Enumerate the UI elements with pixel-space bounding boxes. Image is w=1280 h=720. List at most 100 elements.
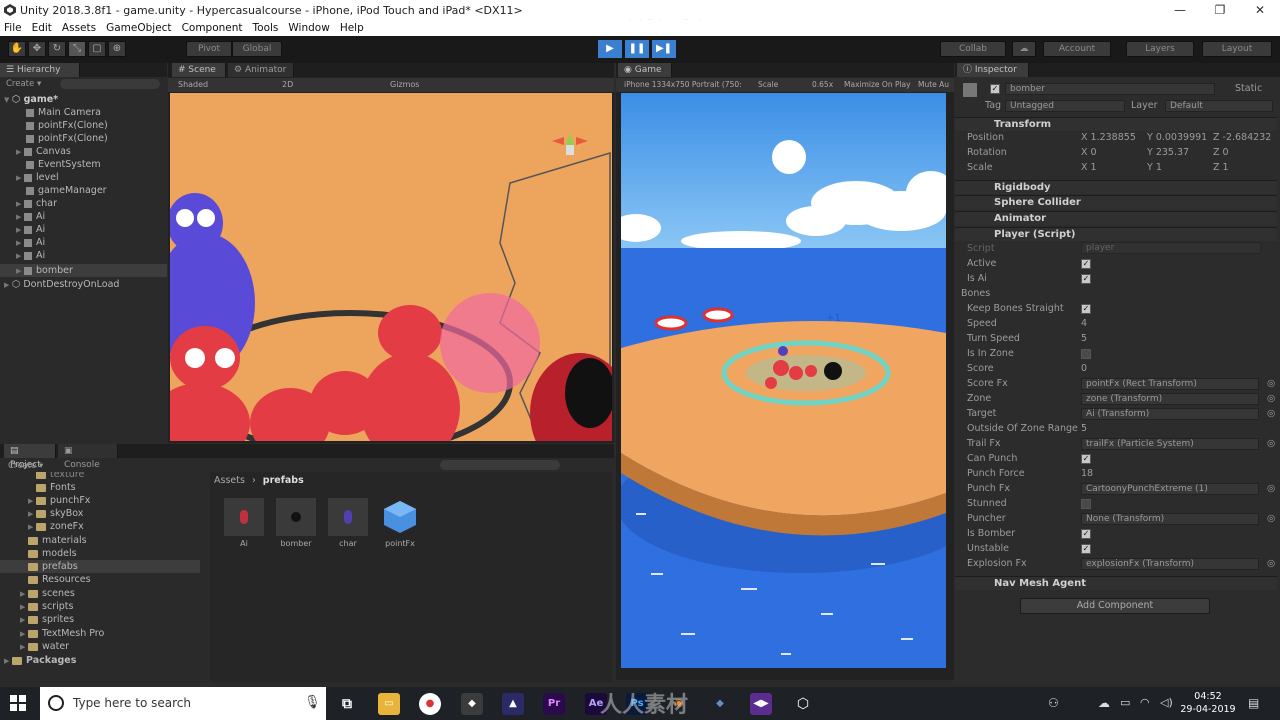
- rigidbody-header[interactable]: Rigidbody: [955, 180, 1277, 194]
- pivot-toggle[interactable]: Pivot: [186, 41, 232, 57]
- maximize-button[interactable]: ❐: [1200, 0, 1240, 20]
- folder-item[interactable]: Fonts: [36, 481, 76, 494]
- app-icon[interactable]: ◆: [709, 693, 731, 715]
- task-view-icon[interactable]: ⧉: [336, 693, 358, 715]
- field-object-reference[interactable]: None (Transform): [1081, 513, 1259, 525]
- field-number[interactable]: 0: [1081, 363, 1087, 374]
- mute-audio-toggle[interactable]: Mute Au: [918, 80, 949, 89]
- tab-inspector[interactable]: ⓘ Inspector: [957, 63, 1029, 77]
- hierarchy-item[interactable]: ▶ Ai: [16, 223, 45, 236]
- hierarchy-item[interactable]: ▶ Ai: [16, 236, 45, 249]
- transform-tool-icon[interactable]: ⊕: [108, 41, 126, 57]
- menu-tools[interactable]: Tools: [253, 22, 279, 34]
- unity-icon[interactable]: ◆: [461, 693, 483, 715]
- hierarchy-item[interactable]: Main Camera: [26, 106, 101, 119]
- player-script-header[interactable]: Player (Script): [955, 227, 1277, 241]
- field-object-reference[interactable]: zone (Transform): [1081, 393, 1259, 405]
- minimize-button[interactable]: —: [1160, 0, 1200, 20]
- windows-start-icon[interactable]: [10, 695, 26, 711]
- menu-edit[interactable]: Edit: [32, 22, 52, 34]
- hierarchy-item[interactable]: ▶ Ai: [16, 210, 45, 223]
- visual-studio-icon[interactable]: ▲: [502, 693, 524, 715]
- menu-assets[interactable]: Assets: [62, 22, 96, 34]
- hierarchy-item[interactable]: pointFx(Clone): [26, 119, 108, 132]
- hierarchy-item[interactable]: ▶ Ai: [16, 249, 45, 262]
- menu-window[interactable]: Window: [288, 22, 329, 34]
- menu-component[interactable]: Component: [182, 22, 243, 34]
- menu-gameobject[interactable]: GameObject: [106, 22, 171, 34]
- hierarchy-item[interactable]: ▶ char: [16, 197, 57, 210]
- premiere-icon[interactable]: Pr: [543, 693, 565, 715]
- move-tool-icon[interactable]: ✥: [28, 41, 46, 57]
- active-checkbox[interactable]: ✓: [990, 84, 1000, 94]
- field-checkbox[interactable]: ✓: [1081, 529, 1091, 539]
- hierarchy-search-input[interactable]: [60, 79, 160, 89]
- breadcrumb-assets[interactable]: Assets: [214, 475, 245, 486]
- maximize-on-play-toggle[interactable]: Maximize On Play: [844, 80, 911, 89]
- tab-animator[interactable]: ⚙ Animator: [228, 63, 294, 77]
- tab-hierarchy[interactable]: ☰ Hierarchy: [0, 63, 80, 77]
- game-viewport[interactable]: +1: [621, 93, 946, 668]
- rotate-tool-icon[interactable]: ↻: [48, 41, 66, 57]
- people-icon[interactable]: ⚇: [1048, 696, 1059, 710]
- rotation-z[interactable]: Z 0: [1213, 147, 1229, 158]
- object-name-input[interactable]: bomber: [1005, 83, 1215, 95]
- field-checkbox[interactable]: ✓: [1081, 274, 1091, 284]
- folder-item-selected[interactable]: prefabs: [0, 560, 200, 573]
- play-button[interactable]: ▶: [598, 40, 622, 58]
- tab-console[interactable]: ▣ Console: [58, 444, 118, 470]
- field-object-reference[interactable]: trailFx (Particle System): [1081, 438, 1259, 450]
- step-button[interactable]: ▶❚: [652, 40, 676, 58]
- field-object-reference[interactable]: Ai (Transform): [1081, 408, 1259, 420]
- pause-button[interactable]: ❚❚: [625, 40, 649, 58]
- object-picker-icon[interactable]: ◎: [1267, 378, 1275, 389]
- folder-item[interactable]: models: [28, 547, 77, 560]
- unity-hub-icon[interactable]: ⬡: [792, 693, 814, 715]
- object-picker-icon[interactable]: ◎: [1267, 408, 1275, 419]
- field-number[interactable]: 5: [1081, 423, 1087, 434]
- folder-item[interactable]: ▶ scripts: [20, 600, 73, 613]
- close-button[interactable]: ✕: [1240, 0, 1280, 20]
- layout-dropdown[interactable]: Layout: [1202, 41, 1272, 57]
- global-toggle[interactable]: Global: [232, 41, 282, 57]
- folder-item[interactable]: ▶ zoneFx: [28, 520, 84, 533]
- folder-item[interactable]: texture: [36, 472, 84, 481]
- shading-mode-dropdown[interactable]: Shaded: [178, 80, 208, 89]
- field-label[interactable]: Bones: [961, 288, 990, 299]
- folder-item[interactable]: ▶ Packages: [4, 654, 76, 667]
- project-create-button[interactable]: Create ▾: [8, 461, 43, 471]
- menu-help[interactable]: Help: [340, 22, 364, 34]
- battery-icon[interactable]: ▭: [1120, 696, 1130, 709]
- tab-scene[interactable]: # Scene: [172, 63, 226, 77]
- object-picker-icon[interactable]: ◎: [1267, 558, 1275, 569]
- field-number[interactable]: 5: [1081, 333, 1087, 344]
- rotation-y[interactable]: Y 235.37: [1147, 147, 1189, 158]
- hierarchy-create-button[interactable]: Create ▾: [6, 79, 41, 89]
- onedrive-icon[interactable]: ☁: [1098, 696, 1110, 710]
- folder-item[interactable]: Resources: [28, 573, 91, 586]
- folder-item[interactable]: ▶ TextMesh Pro: [20, 627, 104, 640]
- menu-file[interactable]: File: [4, 22, 22, 34]
- folder-item[interactable]: ▶ water: [20, 640, 69, 653]
- scene-viewport[interactable]: [170, 93, 612, 441]
- collab-dropdown[interactable]: Collab: [940, 41, 1006, 57]
- rect-tool-icon[interactable]: ▢: [88, 41, 106, 57]
- scale-tool-icon[interactable]: ⤡: [68, 41, 86, 57]
- volume-icon[interactable]: ◁): [1160, 696, 1173, 709]
- clock[interactable]: 04:52 29-04-2019: [1180, 690, 1236, 716]
- position-x[interactable]: X 1.238855: [1081, 132, 1136, 143]
- folder-item[interactable]: ▶ sprites: [20, 613, 74, 626]
- scale-z[interactable]: Z 1: [1213, 162, 1229, 173]
- position-y[interactable]: Y 0.0039991: [1147, 132, 1207, 143]
- add-component-button[interactable]: Add Component: [1020, 598, 1210, 614]
- asset-tile[interactable]: Ai: [224, 498, 264, 548]
- scale-y[interactable]: Y 1: [1147, 162, 1162, 173]
- static-dropdown[interactable]: Static: [1235, 83, 1262, 94]
- dontdestroy-root[interactable]: ▶ ⬡ DontDestroyOnLoad: [4, 278, 119, 291]
- wifi-icon[interactable]: ◠: [1140, 696, 1150, 709]
- field-checkbox[interactable]: ✓: [1081, 544, 1091, 554]
- tag-dropdown[interactable]: Untagged: [1005, 100, 1125, 112]
- 2d-toggle[interactable]: 2D: [282, 80, 293, 89]
- resolution-dropdown[interactable]: iPhone 1334x750 Portrait (750:: [624, 80, 742, 89]
- animator-header[interactable]: Animator: [955, 211, 1277, 225]
